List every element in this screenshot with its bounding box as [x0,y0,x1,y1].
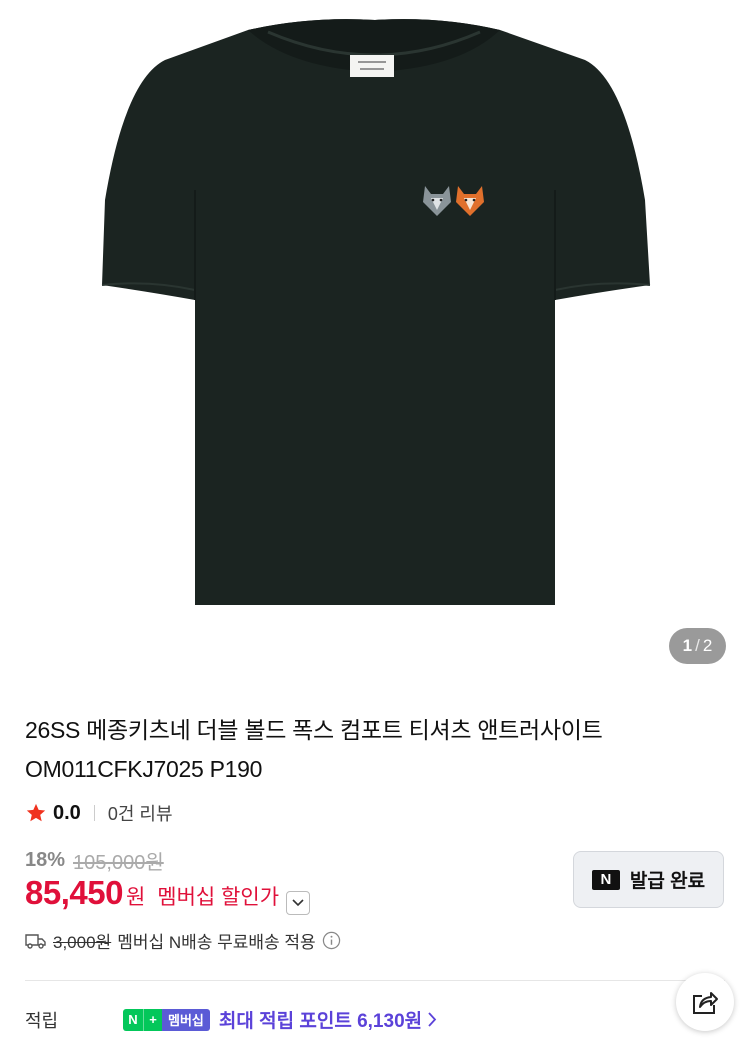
pager-current: 1 [682,636,693,655]
chevron-down-icon [292,899,304,907]
price-unit: 원 [125,886,146,909]
rating-row[interactable]: 0.0 0건 리뷰 [25,800,173,826]
pager-separator: / [695,636,700,655]
coupon-issued-button[interactable]: N 발급 완료 [573,851,724,908]
info-icon[interactable] [322,931,341,950]
shipping-note: 멤버십 N배송 무료배송 적용 [117,933,316,952]
discount-percent: 18% [25,849,66,871]
chevron-right-icon [428,1012,437,1027]
np-plus: + [143,1008,162,1031]
review-count-link[interactable]: 0건 리뷰 [108,800,173,826]
points-row[interactable]: 적립 N + 멤버십 최대 적립 포인트 6,130원 [25,1006,437,1033]
naver-n-icon: N [591,869,620,890]
price-row: 85,450 원 멤버십 할인가 [25,874,311,915]
star-icon [26,803,46,822]
max-points-text: 최대 적립 포인트 6,130원 [218,1011,423,1032]
shipping-fee: 3,000원 [53,933,112,952]
truck-icon [25,933,46,949]
member-discount-label: 멤버십 할인가 [157,886,280,909]
original-price: 105,000원 [73,852,164,874]
share-button[interactable] [676,973,734,1031]
rating-value: 0.0 [53,801,81,824]
share-icon [693,992,718,1014]
price-detail-toggle[interactable] [286,891,311,915]
points-label: 적립 [25,1010,59,1031]
shipping-row: 3,000원 멤버십 N배송 무료배송 적용 [25,928,341,953]
naver-plus-membership-badge: N + 멤버십 [123,1008,210,1031]
image-pager: 1 / 2 [669,628,726,664]
discount-row: 18% 105,000원 [25,846,164,875]
divider [93,805,95,821]
pager-total: 2 [702,636,713,655]
section-divider [25,980,725,981]
sale-price: 85,450 [25,874,123,911]
coupon-button-label: 발급 완료 [629,871,706,892]
product-title: 26SS 메종키츠네 더블 볼드 폭스 컴포트 티셔츠 앤트러사이트 OM011… [25,717,603,782]
product-image-carousel[interactable]: 1 / 2 [0,0,750,690]
np-n: N [123,1008,143,1031]
product-image [101,19,651,606]
np-member: 멤버십 [162,1008,210,1031]
